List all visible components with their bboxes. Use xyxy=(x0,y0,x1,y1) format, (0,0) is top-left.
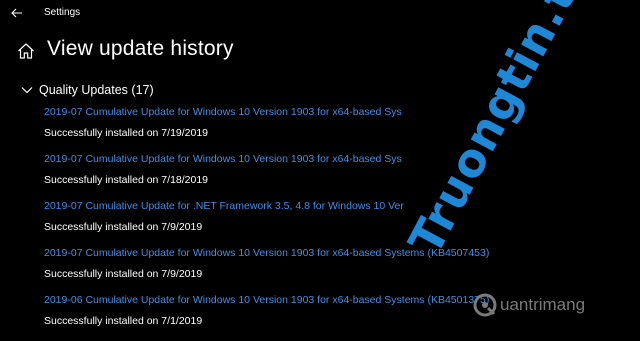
update-link[interactable]: 2019-07 Cumulative Update for .NET Frame… xyxy=(44,200,404,212)
section-label: Quality Updates (17) xyxy=(39,83,154,97)
update-status: Successfully installed on 7/9/2019 xyxy=(44,268,203,280)
list-item: 2019-07 Cumulative Update for Windows 10… xyxy=(44,106,640,153)
list-item: 2019-07 Cumulative Update for .NET Frame… xyxy=(44,200,640,247)
update-link[interactable]: 2019-06 Cumulative Update for Windows 10… xyxy=(44,294,489,306)
update-status: Successfully installed on 7/9/2019 xyxy=(44,221,203,233)
back-button[interactable] xyxy=(8,5,26,21)
update-link[interactable]: 2019-07 Cumulative Update for Windows 10… xyxy=(44,106,402,118)
chevron-down-icon xyxy=(21,87,33,94)
page-header: View update history xyxy=(0,36,640,66)
update-link[interactable]: 2019-07 Cumulative Update for Windows 10… xyxy=(44,153,402,165)
list-item: 2019-07 Cumulative Update for Windows 10… xyxy=(44,247,640,294)
update-status: Successfully installed on 7/18/2019 xyxy=(44,174,209,186)
update-list: 2019-07 Cumulative Update for Windows 10… xyxy=(44,106,640,341)
home-icon[interactable] xyxy=(16,41,36,61)
update-link[interactable]: 2019-07 Cumulative Update for Windows 10… xyxy=(44,247,489,259)
list-item: 2019-07 Cumulative Update for Windows 10… xyxy=(44,153,640,200)
update-status: Successfully installed on 7/1/2019 xyxy=(44,315,203,327)
app-title: Settings xyxy=(44,7,81,18)
update-status: Successfully installed on 7/19/2019 xyxy=(44,127,209,139)
title-bar: Settings xyxy=(0,0,640,26)
quality-updates-toggle[interactable]: Quality Updates (17) xyxy=(20,80,154,100)
arrow-left-icon xyxy=(11,8,22,18)
page-title: View update history xyxy=(47,37,234,60)
